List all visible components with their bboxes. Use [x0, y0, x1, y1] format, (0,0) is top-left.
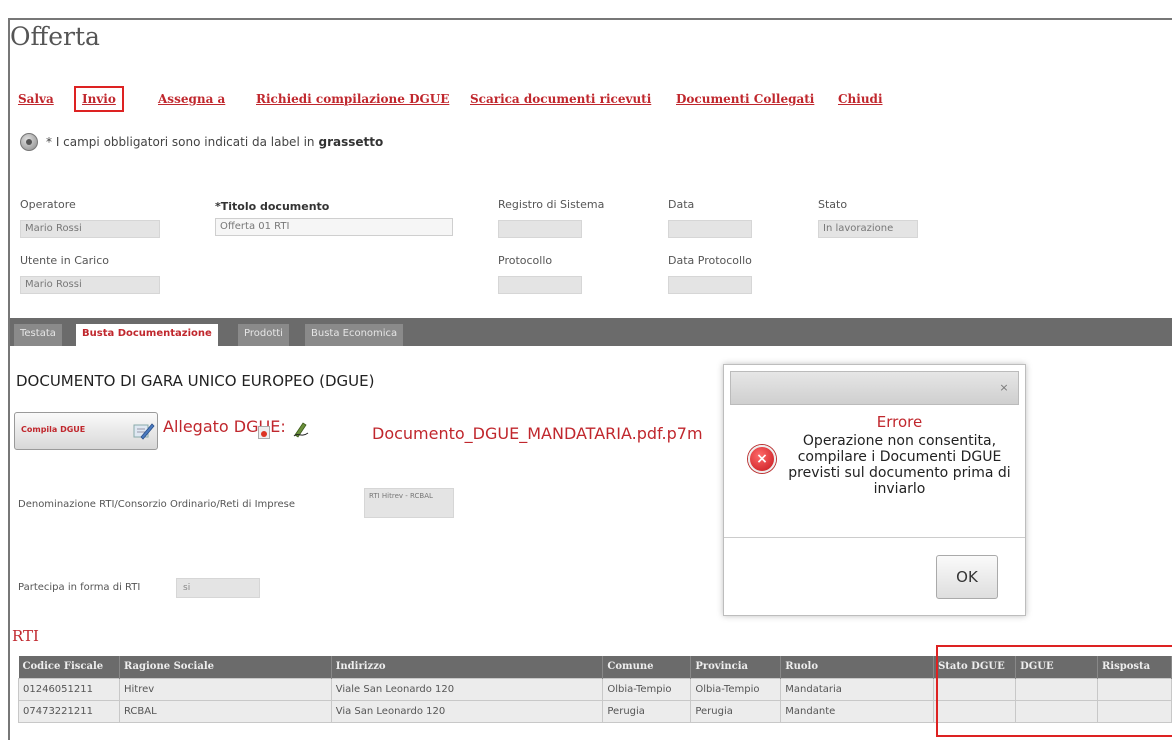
denominazione-label: Denominazione RTI/Consorzio Ordinario/Re…	[18, 499, 296, 510]
assign-link[interactable]: Assegna a	[158, 92, 225, 106]
stato-label: Stato	[818, 198, 848, 211]
col-ruolo[interactable]: Ruolo	[780, 656, 935, 678]
cell-comune: Perugia	[602, 699, 692, 723]
col-codice-fiscale[interactable]: Codice Fiscale	[18, 656, 120, 678]
mandatory-note: * I campi obbligatori sono indicati da l…	[20, 133, 383, 151]
operatore-field: Mario Rossi	[20, 220, 160, 238]
data-protocollo-field	[668, 276, 752, 294]
denominazione-field: RTI Hitrev - RCBAL	[364, 488, 454, 518]
cell-ruolo: Mandataria	[780, 677, 935, 701]
digital-signature-icon[interactable]	[292, 420, 310, 438]
protocollo-field	[498, 276, 582, 294]
cell-indirizzo: Via San Leonardo 120	[330, 699, 604, 723]
close-icon[interactable]: ×	[997, 381, 1011, 395]
titolo-input[interactable]: Offerta 01 RTI	[215, 218, 453, 236]
cell-indirizzo: Viale San Leonardo 120	[330, 677, 604, 701]
mandatory-note-text: * I campi obbligatori sono indicati da l…	[46, 135, 315, 149]
page-title: Offerta	[10, 22, 100, 51]
dialog-header: ×	[730, 371, 1019, 405]
titolo-label: *Titolo documento	[215, 200, 330, 213]
data-field	[668, 220, 752, 238]
cell-codice-fiscale: 01246051211	[18, 677, 120, 701]
data-label: Data	[668, 198, 695, 211]
protocollo-label: Protocollo	[498, 254, 553, 267]
col-indirizzo[interactable]: Indirizzo	[331, 656, 604, 678]
edit-pen-icon	[133, 423, 155, 440]
compila-dgue-button[interactable]: Compila DGUE	[14, 412, 158, 450]
info-icon	[20, 133, 38, 151]
compila-dgue-label: Compila DGUE	[21, 425, 86, 434]
cell-provincia: Olbia-Tempio	[690, 677, 782, 701]
operatore-label: Operatore	[20, 198, 76, 211]
dialog-title: Errore	[876, 413, 923, 431]
dgue-columns-highlight	[936, 645, 1172, 737]
tab-testata[interactable]: Testata	[14, 324, 62, 346]
send-link[interactable]: Invio	[74, 86, 124, 112]
close-link[interactable]: Chiudi	[838, 92, 883, 106]
utente-label: Utente in Carico	[20, 254, 109, 267]
cell-ruolo: Mandante	[780, 699, 935, 723]
data-protocollo-label: Data Protocollo	[668, 254, 752, 267]
stato-field: In lavorazione	[818, 220, 918, 238]
error-icon: ×	[748, 445, 776, 473]
pdf-file-icon[interactable]	[258, 426, 270, 439]
error-dialog: × × Errore Operazione non consentita, co…	[723, 364, 1026, 616]
request-dgue-link[interactable]: Richiedi compilazione DGUE	[256, 92, 449, 106]
registro-label: Registro di Sistema	[498, 198, 605, 211]
ok-button[interactable]: OK	[936, 555, 998, 599]
utente-field: Mario Rossi	[20, 276, 160, 294]
save-link[interactable]: Salva	[18, 92, 54, 106]
tab-prodotti[interactable]: Prodotti	[238, 324, 289, 346]
cell-codice-fiscale: 07473221211	[18, 699, 120, 723]
dgue-file-link[interactable]: Documento_DGUE_MANDATARIA.pdf.p7m	[372, 424, 703, 443]
mandatory-note-bold: grassetto	[318, 135, 384, 149]
dialog-message: Operazione non consentita, compilare i D…	[788, 433, 1011, 497]
cell-ragione-sociale: RCBAL	[118, 699, 332, 723]
col-comune[interactable]: Comune	[602, 656, 692, 678]
col-provincia[interactable]: Provincia	[690, 656, 782, 678]
dgue-section-title: DOCUMENTO DI GARA UNICO EUROPEO (DGUE)	[16, 372, 375, 390]
col-ragione-sociale[interactable]: Ragione Sociale	[119, 656, 332, 678]
download-docs-link[interactable]: Scarica documenti ricevuti	[470, 92, 651, 106]
dialog-divider	[724, 537, 1025, 538]
forma-rti-label: Partecipa in forma di RTI	[18, 582, 141, 593]
tab-busta-economica[interactable]: Busta Economica	[305, 324, 404, 346]
registro-field	[498, 220, 582, 238]
forma-rti-field: si	[176, 578, 260, 598]
cell-comune: Olbia-Tempio	[602, 677, 692, 701]
tab-busta-documentazione[interactable]: Busta Documentazione	[76, 324, 218, 346]
cell-ragione-sociale: Hitrev	[118, 677, 332, 701]
rti-section-title: RTI	[12, 627, 39, 645]
linked-docs-link[interactable]: Documenti Collegati	[676, 92, 814, 106]
tab-bar: Testata Busta Documentazione Prodotti Bu…	[10, 318, 1172, 346]
cell-provincia: Perugia	[690, 699, 782, 723]
